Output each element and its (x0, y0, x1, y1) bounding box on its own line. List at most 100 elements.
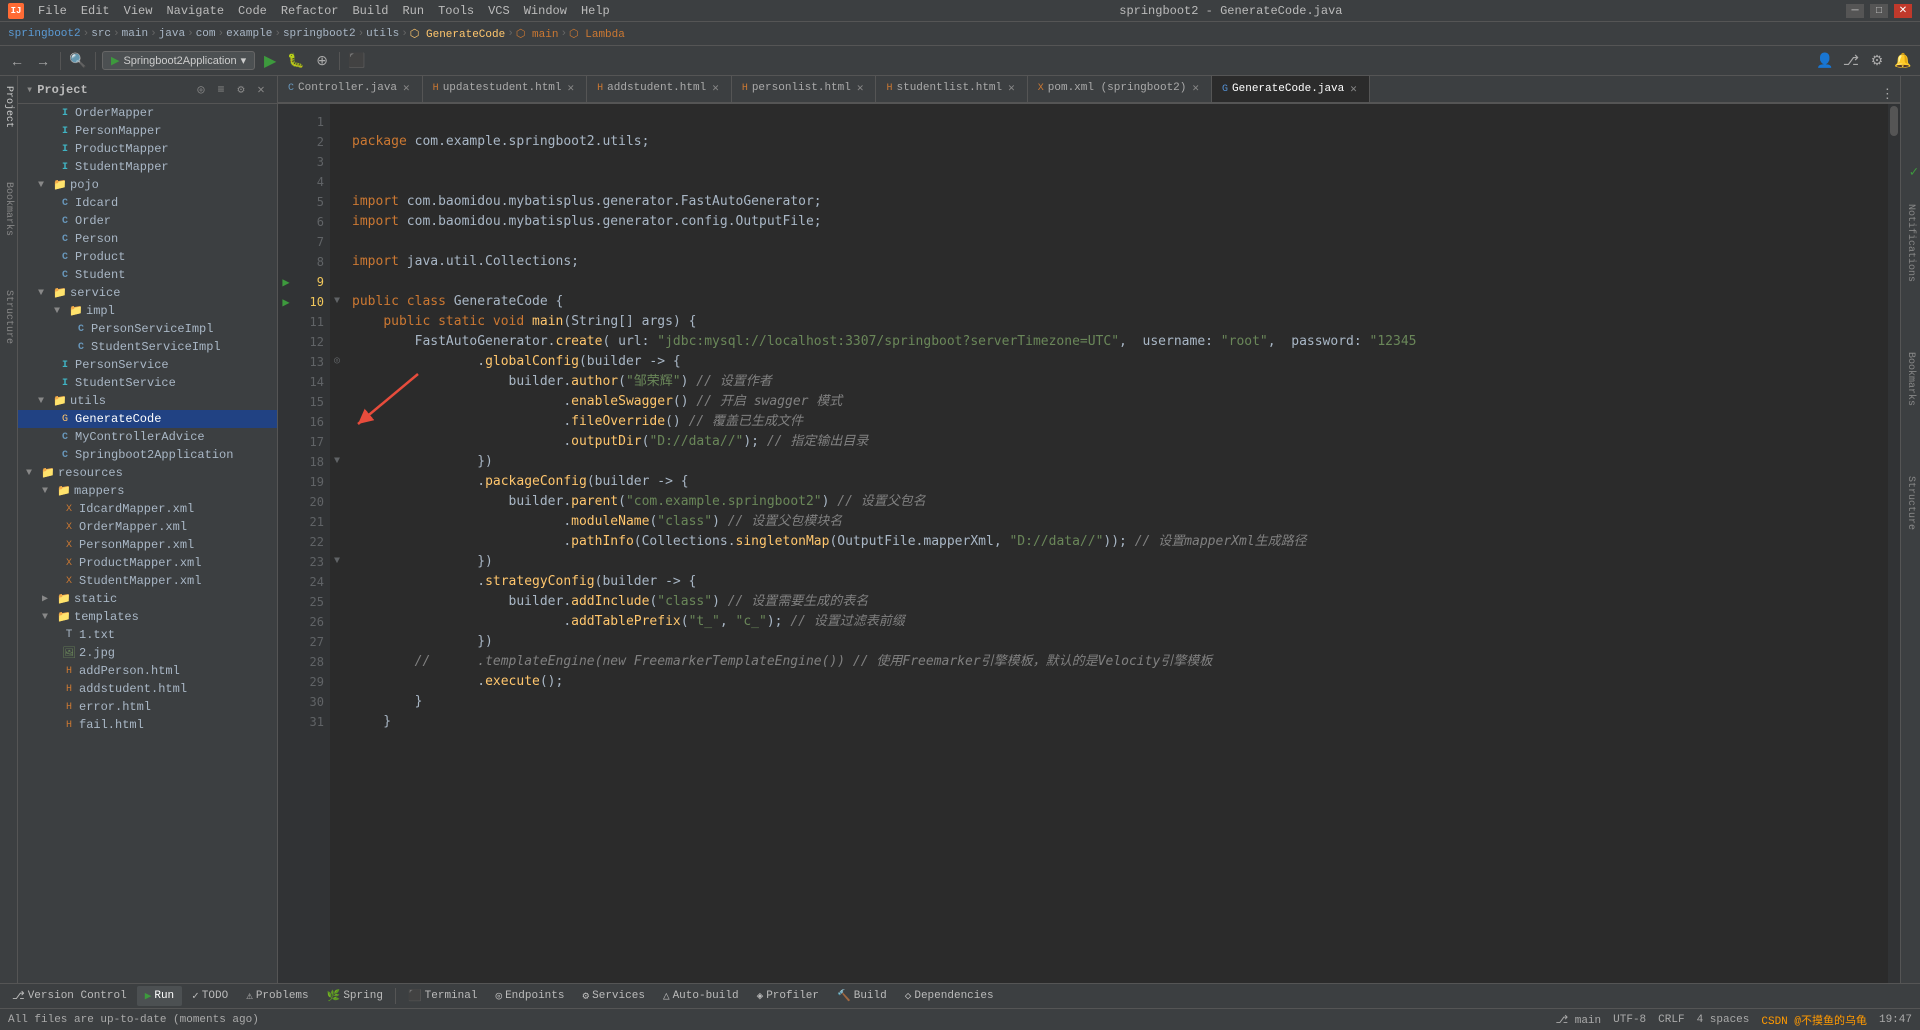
tab-close-icon[interactable]: ✕ (1348, 82, 1359, 96)
git-button[interactable]: ⎇ (1840, 50, 1862, 72)
list-item[interactable]: X ProductMapper.xml (18, 554, 277, 572)
sidebar-close-icon[interactable]: ✕ (253, 82, 269, 98)
breadcrumb-springboot2[interactable]: springboot2 (8, 28, 81, 40)
list-item[interactable]: I ProductMapper (18, 140, 277, 158)
status-encoding[interactable]: UTF-8 (1613, 1014, 1646, 1026)
list-item[interactable]: X IdcardMapper.xml (18, 500, 277, 518)
code-editor[interactable]: package com.example.springboot2.utils; i… (344, 104, 1888, 983)
problems-button[interactable]: ⚠ Problems (238, 986, 316, 1006)
tab-updatestudent[interactable]: H updatestudent.html ✕ (423, 76, 587, 102)
menu-view[interactable]: View (118, 2, 159, 20)
list-item[interactable]: C Person (18, 230, 277, 248)
list-item[interactable]: ▼ 📁 utils (18, 392, 277, 410)
status-branch[interactable]: ⎇ main (1555, 1013, 1601, 1027)
fold-13[interactable]: ◎ (330, 352, 344, 372)
list-item[interactable]: I StudentService (18, 374, 277, 392)
tab-pom[interactable]: X pom.xml (springboot2) ✕ (1028, 76, 1212, 102)
search-everywhere-button[interactable]: 🔍 (67, 50, 89, 72)
bookmarks-tab[interactable]: Bookmarks (1903, 348, 1918, 410)
scrollbar-thumb[interactable] (1890, 106, 1898, 136)
maximize-button[interactable]: □ (1870, 4, 1888, 18)
breadcrumb-com[interactable]: com (196, 28, 216, 40)
list-item[interactable]: ▶ 📁 static (18, 590, 277, 608)
list-item[interactable]: H fail.html (18, 716, 277, 734)
list-item[interactable]: G GenerateCode (18, 410, 277, 428)
list-item[interactable]: ▼ 📁 resources (18, 464, 277, 482)
tab-close-icon[interactable]: ✕ (710, 81, 721, 95)
fold-23[interactable]: ▼ (330, 552, 344, 572)
debug-button[interactable]: 🐛 (285, 50, 307, 72)
breadcrumb-generatecode[interactable]: ⬡ GenerateCode (410, 27, 505, 41)
list-item[interactable]: H error.html (18, 698, 277, 716)
breadcrumb-main[interactable]: main (122, 28, 148, 40)
menu-code[interactable]: Code (232, 2, 273, 20)
sidebar-settings-icon[interactable]: ⚙ (233, 82, 249, 98)
profile-button[interactable]: 👤 (1814, 50, 1836, 72)
list-item[interactable]: C StudentServiceImpl (18, 338, 277, 356)
tab-close-icon[interactable]: ✕ (566, 81, 577, 95)
list-item[interactable]: C Idcard (18, 194, 277, 212)
menu-file[interactable]: File (32, 2, 73, 20)
menu-edit[interactable]: Edit (75, 2, 116, 20)
terminal-button[interactable]: ⬛ Terminal (400, 986, 486, 1006)
list-item[interactable]: ▼ 📁 templates (18, 608, 277, 626)
project-tab-icon[interactable]: Project (1, 80, 16, 134)
menu-run[interactable]: Run (396, 2, 430, 20)
tab-personlist[interactable]: H personlist.html ✕ (732, 76, 877, 102)
menu-help[interactable]: Help (575, 2, 616, 20)
list-item[interactable]: C Springboot2Application (18, 446, 277, 464)
run-button[interactable]: ▶ (259, 50, 281, 72)
list-item[interactable]: I PersonMapper (18, 122, 277, 140)
tab-close-icon[interactable]: ✕ (401, 81, 412, 95)
tab-close-icon[interactable]: ✕ (1190, 81, 1201, 95)
spring-button[interactable]: 🌿 Spring (319, 986, 391, 1006)
structure-tab-icon[interactable]: Structure (1, 284, 16, 350)
tab-close-icon[interactable]: ✕ (855, 81, 866, 95)
list-item[interactable]: C Product (18, 248, 277, 266)
menu-refactor[interactable]: Refactor (275, 2, 345, 20)
list-item[interactable]: ▼ 📁 impl (18, 302, 277, 320)
list-item[interactable]: T 1.txt (18, 626, 277, 644)
todo-button[interactable]: ✓ TODO (184, 986, 236, 1006)
back-button[interactable]: ← (6, 50, 28, 72)
notifications-button[interactable]: 🔔 (1892, 50, 1914, 72)
services-button[interactable]: ⚙ Services (575, 986, 653, 1006)
list-item[interactable]: 🖼 2.jpg (18, 644, 277, 662)
run-bottom-button[interactable]: ▶ Run (137, 986, 182, 1006)
settings-button[interactable]: ⚙ (1866, 50, 1888, 72)
tab-generatecode[interactable]: G GenerateCode.java ✕ (1212, 76, 1370, 102)
list-item[interactable]: H addstudent.html (18, 680, 277, 698)
menu-build[interactable]: Build (346, 2, 394, 20)
list-item[interactable]: X PersonMapper.xml (18, 536, 277, 554)
tab-studentlist[interactable]: H studentlist.html ✕ (876, 76, 1027, 102)
list-item[interactable]: C Student (18, 266, 277, 284)
breadcrumb-main-method[interactable]: ⬡ main (516, 27, 559, 41)
bookmarks-tab-icon[interactable]: Bookmarks (1, 176, 16, 242)
breadcrumb-java[interactable]: java (159, 28, 185, 40)
list-item[interactable]: ▼ 📁 pojo (18, 176, 277, 194)
list-item[interactable]: X OrderMapper.xml (18, 518, 277, 536)
list-item[interactable]: ▼ 📁 mappers (18, 482, 277, 500)
list-item[interactable]: C MyControllerAdvice (18, 428, 277, 446)
notifications-tab[interactable]: Notifications (1903, 200, 1918, 286)
menu-window[interactable]: Window (518, 2, 573, 20)
scrollbar-track[interactable] (1888, 104, 1900, 983)
collapse-icon[interactable]: ≡ (213, 82, 229, 98)
status-line-ending[interactable]: CRLF (1658, 1014, 1684, 1026)
tab-controller[interactable]: C Controller.java ✕ (278, 76, 423, 102)
auto-build-button[interactable]: △ Auto-build (655, 986, 747, 1006)
list-item[interactable]: C PersonServiceImpl (18, 320, 277, 338)
profiler-button[interactable]: ◈ Profiler (749, 986, 827, 1006)
list-item[interactable]: I PersonService (18, 356, 277, 374)
minimize-button[interactable]: ─ (1846, 4, 1864, 18)
structure-tab[interactable]: Structure (1903, 472, 1918, 534)
breadcrumb-example[interactable]: example (226, 28, 272, 40)
run-gutter-9[interactable]: ▶ (278, 272, 294, 292)
list-item[interactable]: C Order (18, 212, 277, 230)
close-button[interactable]: ✕ (1894, 4, 1912, 18)
breadcrumb-lambda[interactable]: ⬡ Lambda (569, 27, 625, 41)
menu-tools[interactable]: Tools (432, 2, 480, 20)
list-item[interactable]: ▼ 📁 service (18, 284, 277, 302)
tab-close-icon[interactable]: ✕ (1006, 81, 1017, 95)
endpoints-button[interactable]: ◎ Endpoints (487, 986, 572, 1006)
